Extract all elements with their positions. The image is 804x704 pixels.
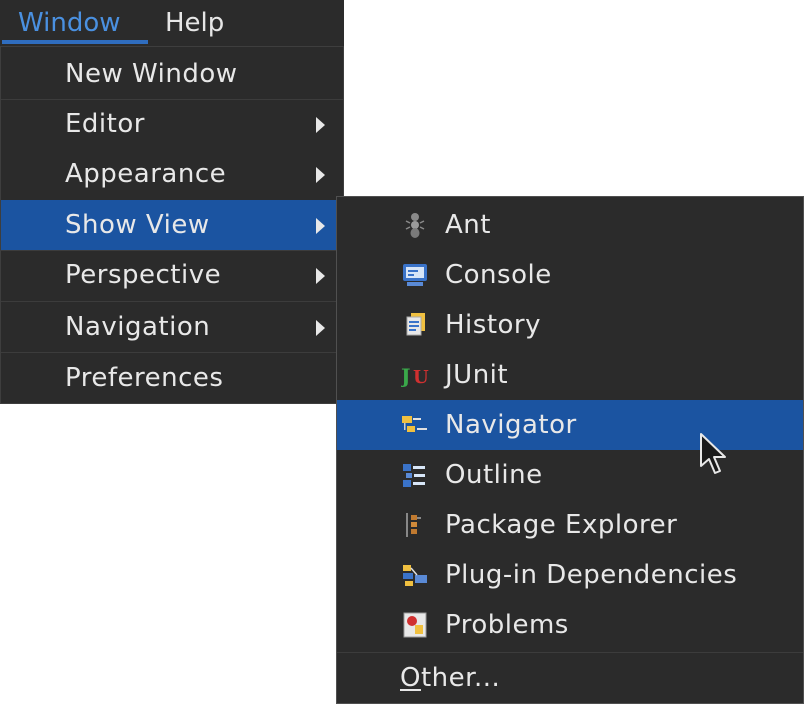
menu-item-label: Perspective: [65, 260, 222, 290]
menu-window-active-indicator: [2, 40, 148, 44]
svg-text:J: J: [401, 364, 411, 388]
submenu-item-label: Navigator: [445, 410, 577, 440]
mouse-cursor-icon: [700, 433, 726, 474]
submenu-item-other[interactable]: Other...: [337, 653, 803, 703]
svg-text:U: U: [413, 367, 429, 388]
submenu-item-label: Plug-in Dependencies: [445, 560, 738, 590]
submenu-item-package-explorer[interactable]: Package Explorer: [337, 500, 803, 550]
submenu-arrow-icon: [316, 117, 325, 133]
submenu-item-history[interactable]: History: [337, 300, 803, 350]
menu-help[interactable]: Help: [165, 0, 224, 46]
submenu-item-label: Package Explorer: [445, 510, 678, 540]
submenu-arrow-icon: [316, 167, 325, 183]
submenu-item-label: Outline: [445, 460, 543, 490]
package-explorer-icon: [406, 513, 421, 537]
ant-icon: [405, 213, 425, 238]
menu-item-new-window[interactable]: New Window: [1, 49, 343, 99]
menu-item-perspective[interactable]: Perspective: [1, 250, 343, 300]
menu-item-show-view[interactable]: Show View: [1, 200, 343, 250]
submenu-arrow-icon: [316, 320, 325, 336]
menu-item-navigation[interactable]: Navigation: [1, 302, 343, 352]
menu-item-label: Navigation: [65, 312, 211, 342]
plugin-dependencies-icon: [403, 565, 427, 586]
submenu-item-navigator[interactable]: Navigator: [337, 400, 803, 450]
submenu-item-plugin-dependencies[interactable]: Plug-in Dependencies: [337, 550, 803, 600]
menu-item-label: Show View: [65, 210, 210, 240]
window-menu: New Window Editor Appearance Show View P…: [0, 46, 344, 404]
menu-bar: Window Help: [0, 0, 344, 46]
menu-item-label: Preferences: [65, 363, 224, 393]
submenu-item-label: Ant: [445, 210, 491, 240]
submenu-item-label: Other...: [400, 653, 500, 703]
submenu-item-label: Problems: [445, 610, 569, 640]
submenu-arrow-icon: [316, 218, 325, 234]
label-rest: ther...: [420, 663, 501, 693]
menu-item-preferences[interactable]: Preferences: [1, 353, 343, 403]
menu-item-appearance[interactable]: Appearance: [1, 149, 343, 199]
menu-item-label: Editor: [65, 109, 145, 139]
junit-icon: J U: [401, 364, 429, 388]
console-icon: [403, 264, 427, 286]
submenu-item-problems[interactable]: Problems: [337, 600, 803, 650]
show-view-submenu: Ant Console History J U JUnit Navigator …: [336, 196, 804, 704]
submenu-item-outline[interactable]: Outline: [337, 450, 803, 500]
problems-icon: [403, 612, 427, 638]
menu-item-label: Appearance: [65, 159, 227, 189]
submenu-item-ant[interactable]: Ant: [337, 200, 803, 250]
outline-icon: [403, 464, 425, 487]
submenu-item-console[interactable]: Console: [337, 250, 803, 300]
submenu-item-label: JUnit: [445, 360, 509, 390]
navigator-icon: [402, 416, 427, 432]
submenu-item-label: Console: [445, 260, 552, 290]
menu-item-label: New Window: [65, 59, 238, 89]
submenu-item-junit[interactable]: J U JUnit: [337, 350, 803, 400]
history-icon: [406, 313, 425, 336]
submenu-item-label: History: [445, 310, 541, 340]
menu-item-editor[interactable]: Editor: [1, 99, 343, 149]
mnemonic-letter: O: [400, 663, 421, 693]
submenu-arrow-icon: [316, 268, 325, 284]
